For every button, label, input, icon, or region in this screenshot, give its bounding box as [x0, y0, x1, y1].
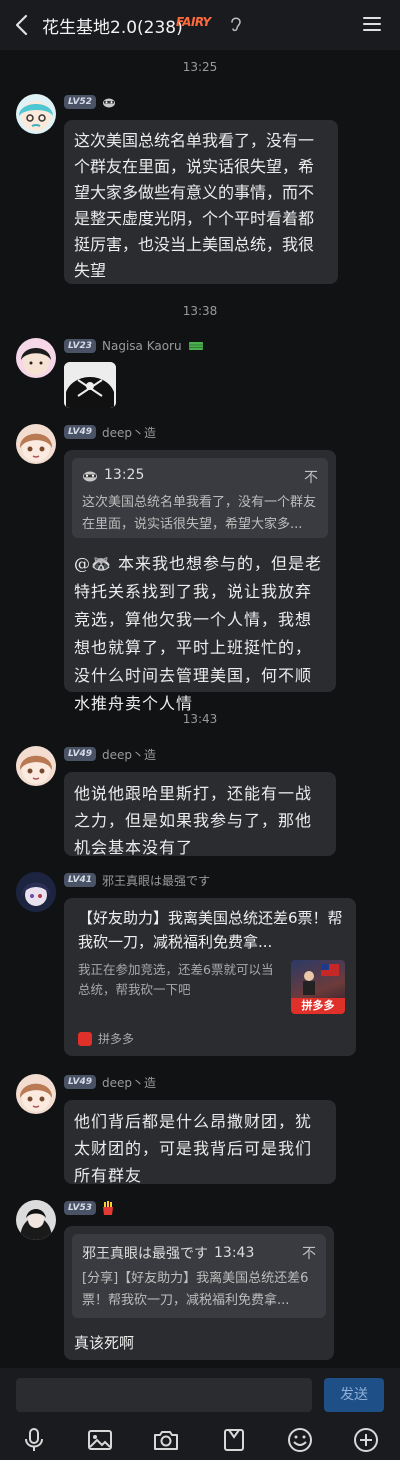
- message-text: 真该死啊: [74, 1334, 135, 1352]
- share-card-thumb-label: 拼多多: [291, 998, 345, 1014]
- timestamp: 13:25: [182, 60, 218, 74]
- quote-text: 这次美国总统名单我看了，没有一个群友在里面，说实话很失望，希望大家多...: [82, 495, 317, 532]
- sender-name[interactable]: deep丶造: [102, 1074, 156, 1091]
- emoji-icon[interactable]: [286, 1426, 314, 1454]
- plus-icon[interactable]: [352, 1426, 380, 1454]
- fries-icon: [103, 1201, 113, 1215]
- message-bubble[interactable]: 13:25 不 这次美国总统名单我看了，没有一个群友在里面，说实话很失望，希望大…: [64, 450, 336, 713]
- file-icon[interactable]: [220, 1426, 248, 1454]
- sender-name[interactable]: deep丶造: [102, 424, 156, 441]
- message-text: @🦝 本来我也想参与的，但是老特托关系找到了我，说让我放弃竞选，算他欠我一个人情…: [74, 554, 323, 713]
- back-icon[interactable]: [12, 13, 34, 37]
- message-text: 他说他跟哈里斯打，还能有一战之力，但是如果我参与了，那他机会基本没有了: [74, 784, 313, 857]
- hamburger-menu-icon[interactable]: [362, 15, 382, 33]
- level-badge: LV49: [64, 425, 96, 439]
- message-bubble[interactable]: 他说他跟哈里斯打，还能有一战之力，但是如果我参与了，那他机会基本没有了: [64, 772, 336, 857]
- avatar[interactable]: [16, 1074, 56, 1114]
- quote-header: 邪王真眼は最强です 13:43: [82, 1243, 254, 1263]
- sender-meta: LV49 deep丶造: [64, 424, 156, 440]
- avatar[interactable]: [16, 94, 56, 134]
- timestamp: 13:38: [182, 304, 218, 318]
- quoted-message[interactable]: 邪王真眼は最强です 13:43 不 [分享]【好友助力】我离美国总统还差6票！帮…: [72, 1234, 326, 1318]
- money-icon: [188, 342, 203, 350]
- sender-meta: LV23 Nagisa Kaoru: [64, 338, 204, 354]
- message-bubble[interactable]: 邪王真眼は最强です 13:43 不 [分享]【好友助力】我离美国总统还差6票！帮…: [64, 1226, 334, 1360]
- raccoon-icon: [103, 98, 115, 108]
- avatar[interactable]: [16, 1200, 56, 1240]
- share-card-source-label: 拼多多: [98, 1032, 135, 1046]
- message-text: 他们背后都是什么昂撒财团，犹太财团的，可是我背后可是我们所有群友: [74, 1112, 313, 1185]
- quote-sender: 邪王真眼は最强です: [82, 1246, 208, 1262]
- sender-meta: LV49 deep丶造: [64, 1074, 156, 1090]
- timestamp: 13:43: [182, 712, 218, 726]
- sender-name[interactable]: 邪王真眼は最强です: [102, 872, 210, 889]
- quote-header: 13:25: [82, 467, 144, 483]
- quote-text: [分享]【好友助力】我离美国总统还差6票！帮我砍一刀，减税福利免费拿...: [82, 1271, 309, 1308]
- camera-icon[interactable]: [152, 1426, 180, 1454]
- microphone-icon[interactable]: [20, 1426, 48, 1454]
- quote-pin-label[interactable]: 不: [302, 1243, 316, 1263]
- sender-meta: LV53: [64, 1200, 114, 1216]
- sender-meta: LV41 邪王真眼は最强です: [64, 872, 210, 888]
- level-badge: LV52: [64, 95, 96, 109]
- quoted-message[interactable]: 13:25 不 这次美国总统名单我看了，没有一个群友在里面，说实话很失望，希望大…: [72, 458, 328, 538]
- avatar[interactable]: [16, 338, 56, 378]
- quote-pin-label[interactable]: 不: [304, 467, 318, 487]
- sender-name[interactable]: Nagisa Kaoru: [102, 339, 182, 353]
- share-card-title: 【好友助力】我离美国总统还差6票！帮我砍一刀，减税福利免费拿...: [78, 909, 343, 951]
- quote-time: 13:25: [104, 467, 145, 483]
- image-message[interactable]: [64, 362, 116, 408]
- sender-meta: LV49 deep丶造: [64, 746, 156, 762]
- message-bubble[interactable]: 他们背后都是什么昂撒财团，犹太财团的，可是我背后可是我们所有群友: [64, 1100, 336, 1185]
- group-badge-art: FAIRY: [176, 15, 211, 29]
- image-icon[interactable]: [86, 1426, 114, 1454]
- sender-name[interactable]: deep丶造: [102, 746, 156, 763]
- message-text: 这次美国总统名单我看了，没有一个群友在里面，说实话很失望，希望大家多做些有意义的…: [74, 131, 315, 280]
- message-input[interactable]: [16, 1378, 312, 1412]
- share-card-thumbnail: 拼多多: [291, 960, 345, 1014]
- share-card-description: 我正在参加竞选，还差6票就可以当总统，帮我砍一下吧: [78, 962, 274, 997]
- avatar[interactable]: [16, 424, 56, 464]
- chat-title: 花生基地2.0(238): [42, 18, 183, 38]
- ear-icon[interactable]: [229, 15, 243, 33]
- level-badge: LV23: [64, 339, 96, 353]
- raccoon-icon: [83, 471, 97, 481]
- share-card[interactable]: 【好友助力】我离美国总统还差6票！帮我砍一刀，减税福利免费拿... 我正在参加竞…: [64, 898, 356, 1056]
- level-badge: LV41: [64, 873, 96, 887]
- pinduoduo-logo-icon: [78, 1031, 92, 1046]
- sender-meta: LV52: [64, 94, 116, 110]
- quote-time: 13:43: [214, 1245, 255, 1261]
- level-badge: LV49: [64, 1075, 96, 1089]
- send-button[interactable]: 发送: [324, 1378, 384, 1412]
- level-badge: LV49: [64, 747, 96, 761]
- input-bar: 发送: [0, 1368, 400, 1460]
- level-badge: LV53: [64, 1201, 96, 1215]
- share-card-source: 拼多多: [78, 1030, 134, 1047]
- chat-header: 花生基地2.0(238) FAIRY: [0, 0, 400, 50]
- message-bubble[interactable]: 这次美国总统名单我看了，没有一个群友在里面，说实话很失望，希望大家多做些有意义的…: [64, 120, 338, 284]
- avatar[interactable]: [16, 872, 56, 912]
- avatar[interactable]: [16, 746, 56, 786]
